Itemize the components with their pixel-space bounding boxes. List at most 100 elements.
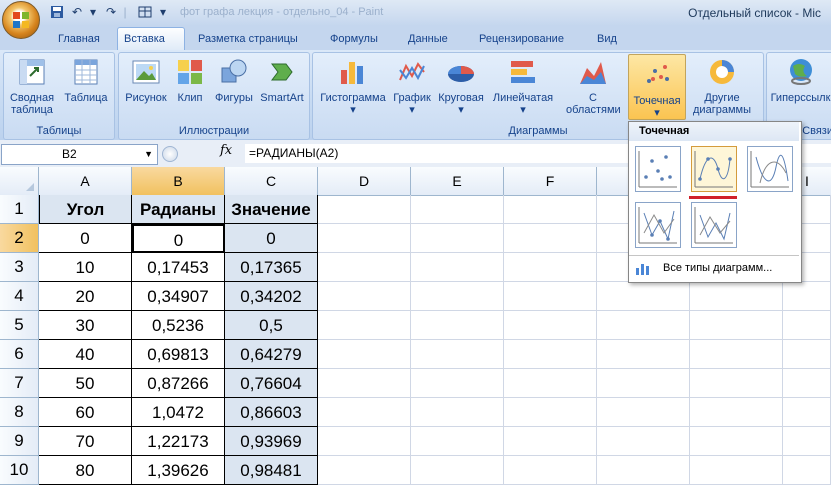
table-cell[interactable]: 50	[39, 369, 132, 398]
row-header[interactable]: 9	[0, 427, 39, 456]
empty-cell[interactable]	[783, 311, 831, 340]
table-cell[interactable]: 60	[39, 398, 132, 427]
empty-cell[interactable]	[504, 282, 597, 311]
table-cell[interactable]: 0,69813	[132, 340, 225, 369]
undo-icon[interactable]: ↶	[70, 5, 84, 19]
empty-cell[interactable]	[690, 456, 783, 485]
empty-cell[interactable]	[504, 253, 597, 282]
histogram-button[interactable]: Гистограмма ▾	[318, 56, 388, 116]
empty-cell[interactable]	[690, 398, 783, 427]
empty-cell[interactable]	[318, 253, 411, 282]
table-cell[interactable]: 0,5236	[132, 311, 225, 340]
empty-cell[interactable]	[318, 427, 411, 456]
empty-cell[interactable]	[504, 311, 597, 340]
table-cell[interactable]: 0,64279	[225, 340, 318, 369]
column-header-e[interactable]: E	[411, 167, 504, 196]
empty-cell[interactable]	[690, 311, 783, 340]
tab-page-layout[interactable]: Разметка страницы	[192, 28, 304, 50]
table-cell[interactable]: 0,34907	[132, 282, 225, 311]
tab-home[interactable]: Главная	[52, 28, 106, 50]
line-chart-button[interactable]: График ▾	[390, 56, 434, 116]
shapes-button[interactable]: Фигуры	[210, 56, 258, 104]
row-header[interactable]: 5	[0, 311, 39, 340]
table-cell[interactable]: 1,0472	[132, 398, 225, 427]
empty-cell[interactable]	[597, 427, 690, 456]
name-box[interactable]: B2 ▼	[1, 144, 158, 165]
empty-cell[interactable]	[783, 456, 831, 485]
row-header[interactable]: 4	[0, 282, 39, 311]
tab-insert[interactable]: Вставка	[117, 27, 185, 52]
empty-cell[interactable]	[318, 340, 411, 369]
empty-cell[interactable]	[411, 253, 504, 282]
empty-cell[interactable]	[504, 340, 597, 369]
empty-cell[interactable]	[690, 340, 783, 369]
table-cell[interactable]: 0,93969	[225, 427, 318, 456]
row-header[interactable]: 2	[0, 224, 39, 253]
column-header-d[interactable]: D	[318, 167, 411, 196]
table-cell[interactable]: 0	[39, 224, 132, 253]
select-all-corner[interactable]	[0, 167, 39, 196]
table-cell[interactable]: 0,5	[225, 311, 318, 340]
empty-cell[interactable]	[411, 311, 504, 340]
table-header-cell[interactable]: Радианы	[132, 195, 225, 224]
redo-icon[interactable]: ↷	[104, 5, 118, 19]
office-button[interactable]	[2, 1, 40, 39]
empty-cell[interactable]	[783, 427, 831, 456]
table-cell[interactable]: 0,17365	[225, 253, 318, 282]
empty-cell[interactable]	[597, 340, 690, 369]
empty-cell[interactable]	[318, 224, 411, 253]
empty-cell[interactable]	[597, 456, 690, 485]
pie-chart-button[interactable]: Круговая ▾	[436, 56, 486, 116]
row-header[interactable]: 3	[0, 253, 39, 282]
tab-view[interactable]: Вид	[591, 28, 623, 50]
empty-cell[interactable]	[597, 282, 690, 311]
empty-cell[interactable]	[597, 398, 690, 427]
empty-cell[interactable]	[783, 398, 831, 427]
table-cell[interactable]: 20	[39, 282, 132, 311]
empty-cell[interactable]	[411, 398, 504, 427]
scatter-chart-button[interactable]: Точечная ▾	[628, 54, 686, 120]
row-header[interactable]: 10	[0, 456, 39, 485]
empty-cell[interactable]	[411, 224, 504, 253]
tab-formulas[interactable]: Формулы	[324, 28, 384, 50]
customize-icon[interactable]: ▾	[156, 5, 170, 19]
row-header[interactable]: 6	[0, 340, 39, 369]
empty-cell[interactable]	[318, 282, 411, 311]
table-cell[interactable]: 0,34202	[225, 282, 318, 311]
fx-icon[interactable]: fx	[220, 143, 232, 158]
hyperlink-button[interactable]: Гиперссылк	[770, 56, 831, 104]
column-header-a[interactable]: A	[39, 167, 132, 196]
column-header-c[interactable]: C	[225, 167, 318, 196]
scatter-smooth-lines-option[interactable]	[747, 146, 793, 192]
empty-cell[interactable]	[318, 398, 411, 427]
empty-cell[interactable]	[504, 195, 597, 224]
empty-cell[interactable]	[504, 369, 597, 398]
scatter-smooth-markers-option[interactable]	[691, 146, 737, 192]
scatter-straight-lines-option[interactable]	[691, 202, 737, 248]
column-header-b[interactable]: B	[132, 167, 225, 196]
empty-cell[interactable]	[690, 427, 783, 456]
empty-cell[interactable]	[318, 311, 411, 340]
save-icon[interactable]	[50, 5, 64, 19]
other-charts-button[interactable]: Другие диаграммы	[692, 56, 752, 116]
picture-button[interactable]: Рисунок	[122, 56, 170, 104]
empty-cell[interactable]	[504, 224, 597, 253]
empty-cell[interactable]	[411, 456, 504, 485]
empty-cell[interactable]	[504, 398, 597, 427]
name-box-dropdown-icon[interactable]: ▼	[144, 145, 153, 164]
empty-cell[interactable]	[411, 369, 504, 398]
table-cell[interactable]: 1,22173	[132, 427, 225, 456]
empty-cell[interactable]	[411, 195, 504, 224]
row-header[interactable]: 1	[0, 195, 39, 224]
table-header-cell[interactable]: Угол	[39, 195, 132, 224]
empty-cell[interactable]	[783, 340, 831, 369]
empty-cell[interactable]	[318, 369, 411, 398]
empty-cell[interactable]	[597, 311, 690, 340]
row-header[interactable]: 8	[0, 398, 39, 427]
table-cell[interactable]: 0	[132, 224, 225, 253]
table-cell[interactable]: 0,76604	[225, 369, 318, 398]
table-cell[interactable]: 0	[225, 224, 318, 253]
tab-review[interactable]: Рецензирование	[473, 28, 570, 50]
empty-cell[interactable]	[504, 427, 597, 456]
table-cell[interactable]: 0,98481	[225, 456, 318, 485]
